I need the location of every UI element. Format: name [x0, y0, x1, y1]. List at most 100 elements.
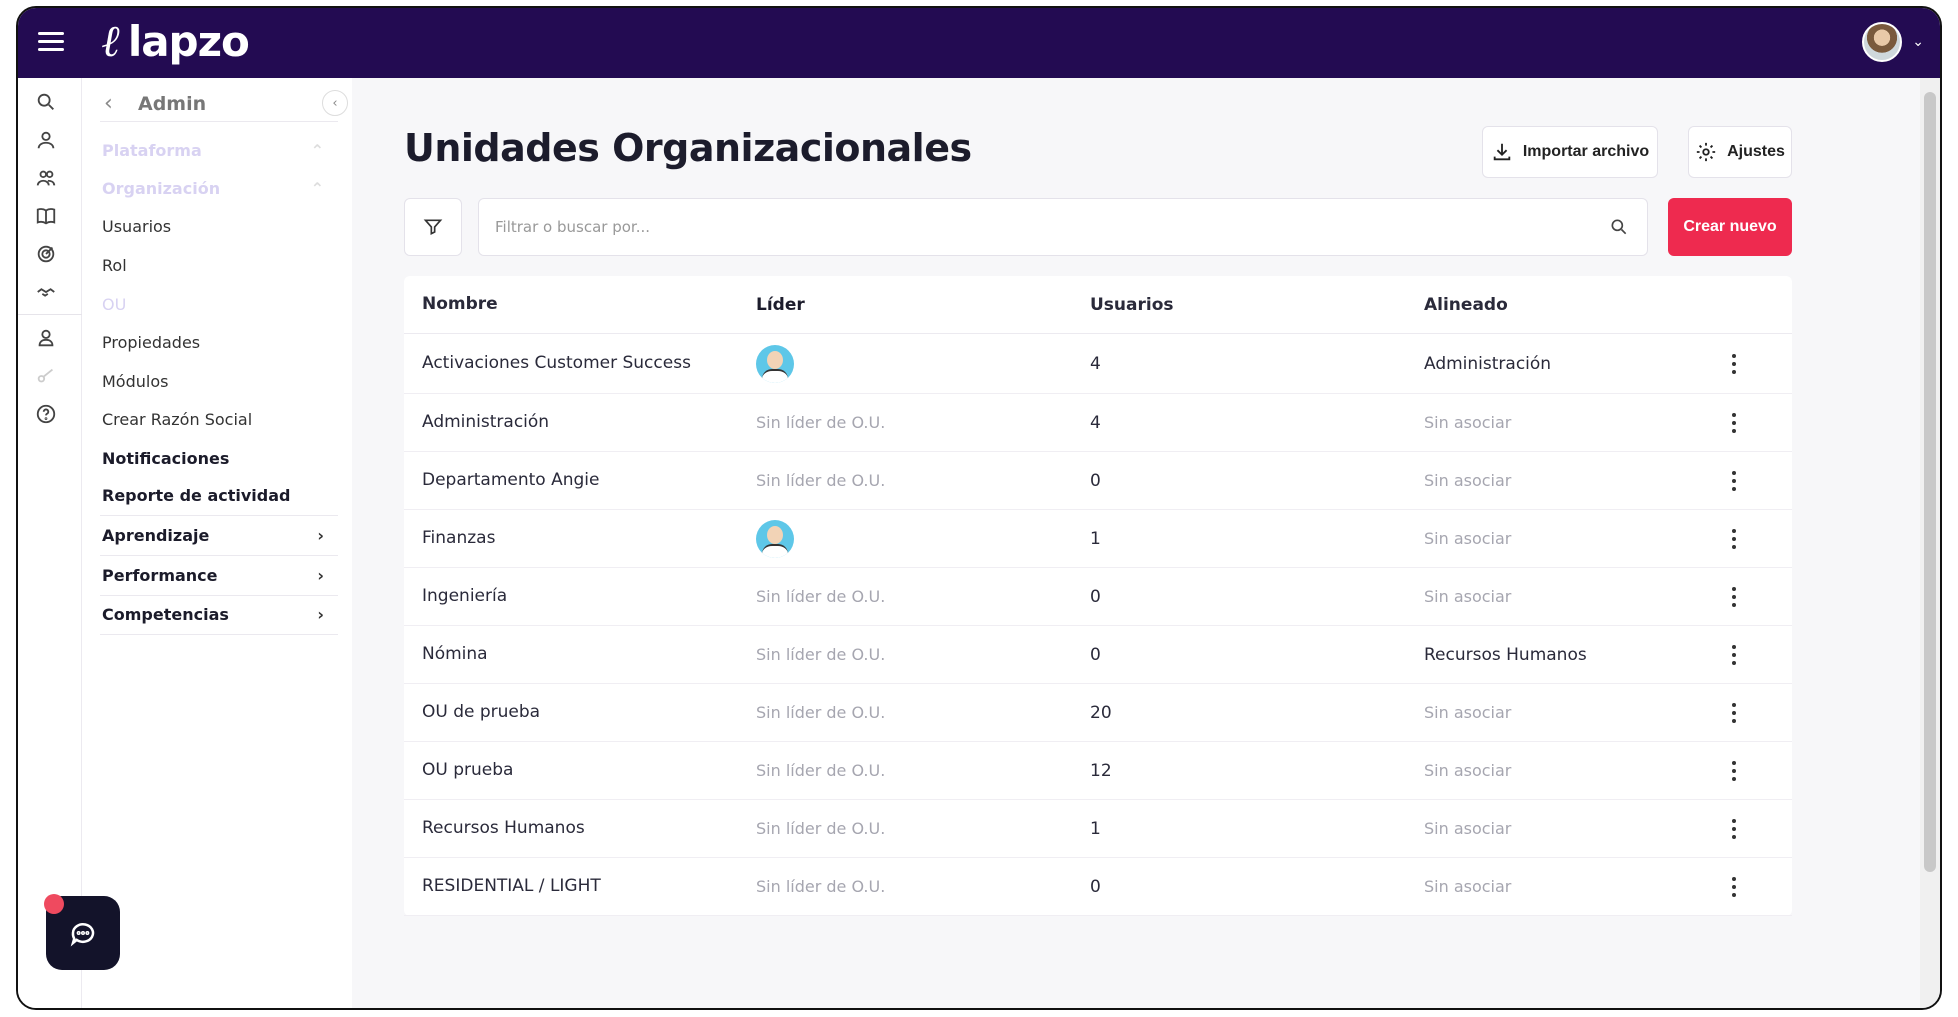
- sidebar-item-plataforma[interactable]: Plataforma ⌃: [100, 130, 338, 170]
- ou-name[interactable]: Nómina: [422, 643, 722, 667]
- help-icon[interactable]: [34, 402, 58, 426]
- user-icon[interactable]: [34, 128, 58, 152]
- more-options-icon[interactable]: [1724, 640, 1744, 670]
- table-row[interactable]: OU de prueba Sin líder de O.U. 20 Sin as…: [404, 684, 1792, 742]
- create-new-button[interactable]: Crear nuevo: [1668, 198, 1792, 256]
- sidebar-item-label: Usuarios: [102, 216, 172, 236]
- chevron-down-icon[interactable]: ⌄: [1912, 34, 1924, 50]
- aligned-value: Sin asociar: [1424, 819, 1512, 838]
- sidebar-item-usuarios[interactable]: Usuarios: [100, 206, 338, 246]
- aligned-value: Sin asociar: [1424, 587, 1512, 606]
- ou-name[interactable]: RESIDENTIAL / LIGHT: [422, 875, 722, 899]
- sidebar-item-crear-razon-social[interactable]: Crear Razón Social: [100, 399, 338, 439]
- sidebar-item-performance[interactable]: Performance ›: [100, 556, 338, 596]
- chat-button[interactable]: [44, 894, 120, 970]
- chevron-right-icon: ›: [317, 566, 324, 585]
- table-row[interactable]: Departamento Angie Sin líder de O.U. 0 S…: [404, 452, 1792, 510]
- table-row[interactable]: RESIDENTIAL / LIGHT Sin líder de O.U. 0 …: [404, 858, 1792, 916]
- filter-button[interactable]: [404, 198, 462, 256]
- sidebar-item-label: Reporte de actividad: [102, 486, 291, 505]
- target-icon[interactable]: [34, 242, 58, 266]
- more-options-icon[interactable]: [1724, 466, 1744, 496]
- search-icon[interactable]: [34, 90, 58, 114]
- top-bar: ℓ lapzo ⌄: [18, 8, 1940, 78]
- leader-avatar[interactable]: [756, 344, 794, 383]
- leader-value: Sin líder de O.U.: [756, 761, 886, 780]
- leader-avatar[interactable]: [756, 519, 794, 558]
- users-count: 0: [1090, 470, 1101, 491]
- page-title: Unidades Organizacionales: [404, 126, 972, 170]
- sidebar-item-label: Aprendizaje: [102, 526, 210, 545]
- sidebar-item-label: Rol: [102, 255, 127, 275]
- more-options-icon[interactable]: [1724, 698, 1744, 728]
- import-file-button[interactable]: Importar archivo: [1482, 126, 1658, 178]
- aligned-value: Sin asociar: [1424, 529, 1512, 548]
- ou-name[interactable]: Activaciones Customer Success: [422, 352, 722, 376]
- key-icon[interactable]: [34, 364, 58, 388]
- search-box: [478, 198, 1648, 256]
- ou-name[interactable]: OU de prueba: [422, 701, 722, 725]
- table-header: Nombre Líder Usuarios Alineado: [404, 276, 1792, 334]
- more-options-icon[interactable]: [1724, 814, 1744, 844]
- ou-name[interactable]: Ingeniería: [422, 585, 722, 609]
- table-row[interactable]: Activaciones Customer Success 4 Administ…: [404, 334, 1792, 394]
- column-header-alineado[interactable]: Alineado: [1424, 295, 1508, 315]
- table-row[interactable]: Finanzas 1 Sin asociar: [404, 510, 1792, 568]
- chat-icon: [70, 923, 95, 947]
- table-row[interactable]: OU prueba Sin líder de O.U. 12 Sin asoci…: [404, 742, 1792, 800]
- table-row[interactable]: Ingeniería Sin líder de O.U. 0 Sin asoci…: [404, 568, 1792, 626]
- collapse-sidebar-button[interactable]: ‹: [322, 90, 348, 116]
- table-row[interactable]: Administración Sin líder de O.U. 4 Sin a…: [404, 394, 1792, 452]
- users-count: 4: [1090, 412, 1101, 433]
- sidebar-item-label: Crear Razón Social: [102, 409, 253, 429]
- leader-value: Sin líder de O.U.: [756, 703, 886, 722]
- search-input[interactable]: [479, 199, 1579, 255]
- brand-logo[interactable]: ℓ lapzo: [102, 16, 250, 67]
- ou-name[interactable]: Departamento Angie: [422, 469, 722, 493]
- users-count: 1: [1090, 528, 1101, 549]
- table-row[interactable]: Recursos Humanos Sin líder de O.U. 1 Sin…: [404, 800, 1792, 858]
- user-avatar[interactable]: [1862, 22, 1902, 62]
- handshake-icon[interactable]: [34, 280, 58, 304]
- settings-button[interactable]: Ajustes: [1688, 126, 1792, 178]
- column-header-lider[interactable]: Líder: [756, 295, 805, 315]
- sidebar-item-propiedades[interactable]: Propiedades: [100, 322, 338, 362]
- table-row[interactable]: Nómina Sin líder de O.U. 0 Recursos Huma…: [404, 626, 1792, 684]
- notification-dot: [44, 894, 64, 914]
- sidebar-item-reporte-actividad[interactable]: Reporte de actividad: [100, 476, 338, 516]
- main-content: Unidades Organizacionales Importar archi…: [352, 78, 1920, 1008]
- admin-icon[interactable]: [34, 326, 58, 350]
- users-icon[interactable]: [34, 166, 58, 190]
- sidebar-item-modulos[interactable]: Módulos: [100, 361, 338, 401]
- column-header-nombre[interactable]: Nombre: [422, 293, 722, 317]
- ou-name[interactable]: OU prueba: [422, 759, 722, 783]
- more-options-icon[interactable]: [1724, 756, 1744, 786]
- more-options-icon[interactable]: [1724, 408, 1744, 438]
- ou-name[interactable]: Administración: [422, 411, 722, 435]
- more-options-icon[interactable]: [1724, 349, 1744, 379]
- more-options-icon[interactable]: [1724, 872, 1744, 902]
- sidebar-item-aprendizaje[interactable]: Aprendizaje ›: [100, 516, 338, 556]
- sidebar-item-organizacion[interactable]: Organización ⌃: [100, 168, 338, 208]
- column-header-usuarios[interactable]: Usuarios: [1090, 295, 1174, 315]
- vertical-scrollbar[interactable]: [1920, 78, 1940, 1008]
- ou-name[interactable]: Finanzas: [422, 527, 722, 551]
- menu-icon[interactable]: [38, 32, 64, 52]
- users-count: 1: [1090, 818, 1101, 839]
- search-icon[interactable]: [1609, 217, 1629, 237]
- import-file-label: Importar archivo: [1522, 143, 1650, 160]
- more-options-icon[interactable]: [1724, 524, 1744, 554]
- aligned-value: Sin asociar: [1424, 761, 1512, 780]
- book-icon[interactable]: [34, 204, 58, 228]
- sidebar-item-rol[interactable]: Rol: [100, 245, 338, 285]
- users-count: 0: [1090, 586, 1101, 607]
- ou-table: Nombre Líder Usuarios Alineado Activacio…: [404, 276, 1792, 916]
- more-options-icon[interactable]: [1724, 582, 1744, 612]
- sidebar-item-ou[interactable]: OU: [100, 284, 338, 324]
- sidebar-item-competencias[interactable]: Competencias ›: [100, 595, 338, 635]
- scrollbar-thumb[interactable]: [1924, 92, 1936, 872]
- back-arrow-icon[interactable]: ‹: [104, 91, 134, 116]
- leader-value: Sin líder de O.U.: [756, 819, 886, 838]
- ou-name[interactable]: Recursos Humanos: [422, 817, 722, 841]
- sidebar-item-notificaciones[interactable]: Notificaciones: [100, 438, 338, 478]
